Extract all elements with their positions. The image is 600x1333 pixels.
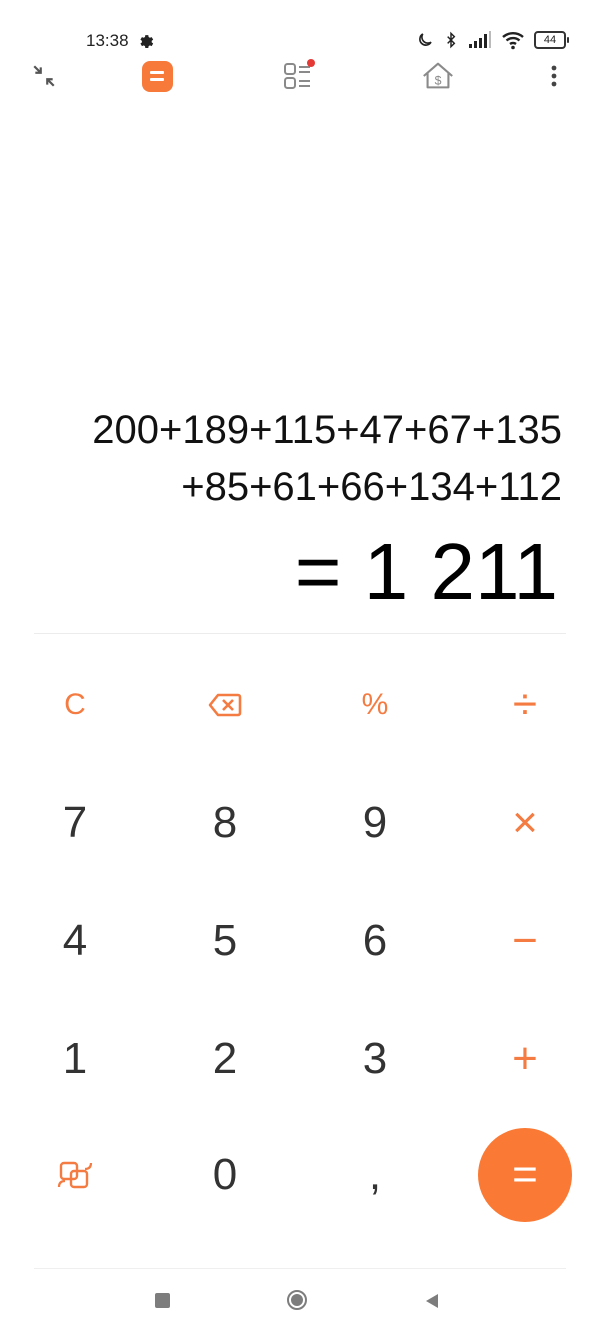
key-label: 6 (362, 916, 388, 965)
converter-tab-icon (284, 59, 315, 89)
backspace-button[interactable] (165, 660, 285, 750)
multiply-label: × (512, 798, 538, 847)
mode-switch-icon (57, 1161, 93, 1189)
back-triangle-icon[interactable] (424, 1292, 440, 1310)
collapse-icon (33, 65, 55, 87)
calculator-tab[interactable] (139, 58, 175, 94)
calculator-tab-icon (141, 60, 173, 92)
settings-gear-icon (140, 35, 154, 49)
wifi-icon (502, 32, 524, 50)
result-display: = 1 211 (294, 527, 558, 616)
finance-tab[interactable]: $ (420, 58, 456, 94)
more-options-icon (551, 65, 557, 87)
key-label: 5 (212, 916, 238, 965)
decimal-comma-button[interactable]: , (315, 1130, 435, 1220)
key-label: 0 (212, 1150, 238, 1199)
key-4[interactable]: 4 (15, 896, 135, 986)
minus-label: − (512, 916, 538, 965)
plus-label: + (512, 1034, 538, 1083)
key-3[interactable]: 3 (315, 1014, 435, 1104)
key-6[interactable]: 6 (315, 896, 435, 986)
key-label: 4 (62, 916, 88, 965)
moon-icon (419, 33, 432, 46)
percent-button[interactable]: % (315, 660, 435, 750)
key-0[interactable]: 0 (165, 1130, 285, 1220)
equals-button[interactable]: = (478, 1128, 572, 1222)
recents-square-icon[interactable] (155, 1293, 170, 1308)
nav-divider (34, 1268, 566, 1269)
expression-line-2: +85+61+66+134+112 (181, 465, 562, 509)
home-circle-icon[interactable] (287, 1290, 307, 1310)
home-dot (291, 1294, 303, 1306)
mode-switch-button[interactable] (15, 1130, 135, 1220)
equals-label: = (512, 1150, 538, 1199)
finance-tab-icon: $ (423, 62, 453, 89)
key-label: 8 (212, 798, 238, 847)
plus-button[interactable]: + (465, 1014, 585, 1104)
clear-label: C (64, 688, 86, 721)
clear-button[interactable]: C (15, 660, 135, 750)
divide-label: ÷ (512, 680, 538, 729)
status-icons: 44 (416, 30, 569, 50)
comma-label: , (368, 1150, 382, 1199)
status-time: 13:38 (86, 31, 129, 50)
key-label: 2 (212, 1034, 238, 1083)
divide-button[interactable]: ÷ (465, 660, 585, 750)
key-1[interactable]: 1 (15, 1014, 135, 1104)
multiply-button[interactable]: × (465, 778, 585, 868)
key-label: 1 (62, 1034, 88, 1083)
key-2[interactable]: 2 (165, 1014, 285, 1104)
key-8[interactable]: 8 (165, 778, 285, 868)
notification-badge (307, 59, 315, 67)
key-label: 9 (362, 798, 388, 847)
svg-text:$: $ (435, 74, 442, 88)
display-divider (34, 633, 566, 634)
bluetooth-icon (447, 31, 456, 49)
key-5[interactable]: 5 (165, 896, 285, 986)
more-options-button[interactable] (536, 58, 572, 94)
signal-icon (469, 31, 491, 48)
minus-button[interactable]: − (465, 896, 585, 986)
percent-label: % (361, 688, 389, 721)
key-label: 7 (62, 798, 88, 847)
key-label: 3 (362, 1034, 388, 1083)
key-9[interactable]: 9 (315, 778, 435, 868)
converter-tab[interactable] (280, 58, 316, 94)
battery-icon: 44 (534, 31, 569, 49)
backspace-icon (208, 693, 242, 717)
collapse-button[interactable] (26, 58, 62, 94)
key-7[interactable]: 7 (15, 778, 135, 868)
expression-line-1: 200+189+115+47+67+135 (92, 408, 562, 452)
